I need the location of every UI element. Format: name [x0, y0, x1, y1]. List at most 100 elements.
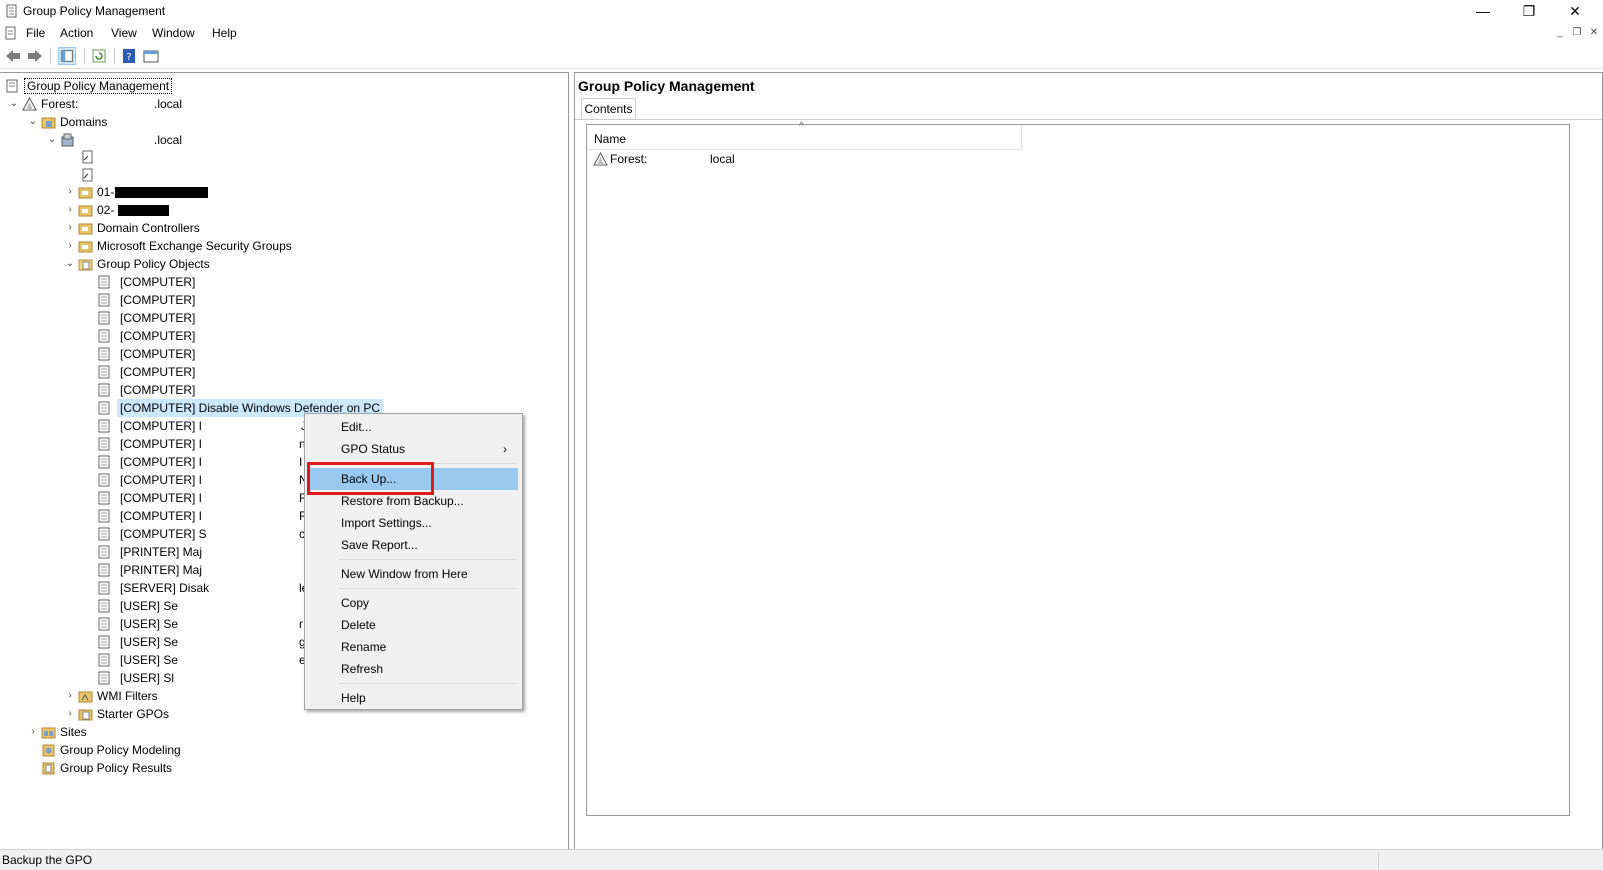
properties-icon[interactable] [142, 47, 160, 65]
menu-help[interactable]: Help [212, 26, 237, 40]
gpo-label: [PRINTER] Maj [120, 545, 203, 559]
tree-forest[interactable]: ⌄ Forest: .local [8, 95, 208, 113]
chevron-down-icon[interactable]: ⌄ [8, 95, 20, 113]
gpo-item[interactable]: [COMPUTER] IN [98, 471, 308, 489]
menu-item-refresh[interactable]: Refresh [307, 658, 518, 680]
menu-file[interactable]: File [26, 26, 45, 40]
gpo-icon [98, 617, 110, 631]
redaction-bar [118, 205, 169, 216]
mdi-close-button[interactable]: ✕ [1586, 26, 1602, 40]
menu-item-rename[interactable]: Rename [307, 636, 518, 658]
chevron-down-icon[interactable]: ⌄ [27, 113, 39, 131]
mdi-minimize-button[interactable]: _ [1552, 26, 1568, 40]
tree-wmi-filters[interactable]: › WMI Filters [64, 687, 204, 705]
gpo-icon [98, 437, 110, 451]
gpo-label: [COMPUTER] I [120, 437, 203, 451]
ou-01-label: 01- [97, 185, 115, 199]
gpo-item[interactable]: [COMPUTER] I I [98, 453, 308, 471]
gpo-label-tail: r [299, 617, 303, 631]
help-icon[interactable]: ? [120, 47, 138, 65]
ou-02-label: 02- [97, 203, 115, 217]
chevron-right-icon[interactable]: › [64, 687, 76, 705]
menu-window[interactable]: Window [152, 26, 195, 40]
gpo-icon [98, 653, 110, 667]
linked-gpo-icon[interactable] [82, 150, 94, 164]
gpo-item[interactable]: [COMPUTER] IR [98, 507, 308, 525]
gpo-item[interactable]: [COMPUTER] IJ [98, 417, 308, 435]
tree-results[interactable]: Group Policy Results [27, 759, 197, 777]
gpo-icon [98, 671, 110, 685]
menu-item-new-window[interactable]: New Window from Here [307, 563, 518, 585]
tree-domain-controllers[interactable]: › Domain Controllers [64, 219, 234, 237]
minimize-button[interactable]: — [1460, 0, 1506, 22]
gpo-item[interactable]: [USER] Sе g [98, 633, 308, 651]
status-text: Backup the GPO [2, 853, 93, 867]
menu-item-gpo-status[interactable]: GPO Status › [307, 438, 518, 460]
domains-folder-icon [41, 117, 56, 129]
column-header-name[interactable]: Name ^ [587, 121, 1022, 150]
menu-item-import-settings[interactable]: Import Settings... [307, 512, 518, 534]
tree-modeling[interactable]: Group Policy Modeling [27, 741, 197, 759]
refresh-icon[interactable] [90, 47, 108, 65]
tree-root[interactable]: Group Policy Management [0, 77, 181, 95]
tree-domains[interactable]: ⌄ Domains [27, 113, 167, 131]
back-arrow-icon[interactable] [4, 47, 22, 65]
gpo-folder-icon [78, 259, 93, 271]
gpo-icon [98, 635, 110, 649]
tab-contents[interactable]: Contents [581, 98, 636, 119]
tree-starter-gpos[interactable]: › Starter GPOs [64, 705, 204, 723]
restore-button[interactable]: ❐ [1506, 0, 1552, 22]
tree-exchange-groups[interactable]: › Microsoft Exchange Security Groups [64, 237, 324, 255]
chevron-right-icon[interactable]: › [27, 723, 39, 741]
chevron-right-icon[interactable]: › [64, 183, 76, 201]
ou-folder-icon [78, 241, 93, 253]
menu-item-edit[interactable]: Edit... [307, 416, 518, 438]
list-item[interactable]: Forest: local [587, 150, 1021, 168]
forward-arrow-icon[interactable] [26, 47, 44, 65]
mdi-document-icon[interactable] [5, 26, 17, 40]
gpo-label: [COMPUTER] [120, 365, 196, 379]
close-button[interactable]: ✕ [1552, 0, 1598, 22]
tree-gpo-container[interactable]: ⌄ Group Policy Objects [64, 255, 254, 273]
chevron-right-icon[interactable]: › [64, 237, 76, 255]
chevron-down-icon[interactable]: ⌄ [46, 131, 58, 149]
menu-separator [339, 683, 518, 684]
linked-gpo-icon[interactable] [82, 168, 94, 182]
menu-action[interactable]: Action [60, 26, 93, 40]
gpo-item[interactable]: [USER] Sе r [98, 615, 308, 633]
chevron-down-icon[interactable]: ⌄ [64, 255, 76, 273]
gpmc-root-icon [6, 79, 18, 93]
chevron-right-icon[interactable]: › [64, 705, 76, 723]
ou-folder-icon [78, 205, 93, 217]
tree-sites[interactable]: › Sites [27, 723, 127, 741]
gpo-item[interactable]: [COMPUTER] In [98, 435, 308, 453]
tree-ou-02[interactable]: › 02- [64, 201, 184, 219]
gpo-icon [98, 599, 110, 613]
menu-item-save-report[interactable]: Save Report... [307, 534, 518, 556]
tree-ou-01[interactable]: › 01- [64, 183, 224, 201]
gpo-item[interactable]: [COMPUTER] IR [98, 489, 308, 507]
menu-item-copy[interactable]: Copy [307, 592, 518, 614]
chevron-right-icon[interactable]: › [64, 219, 76, 237]
ou-folder-icon [78, 223, 93, 235]
gpo-icon [98, 545, 110, 559]
gpo-item[interactable]: [COMPUTER] Sc [98, 525, 308, 543]
forest-icon [22, 97, 37, 111]
gpo-item[interactable]: [SERVER] Disakle [98, 579, 308, 597]
gpo-icon [98, 581, 110, 595]
contents-list[interactable]: Name ^ Forest: local [586, 121, 1570, 816]
menu-item-help[interactable]: Help [307, 687, 518, 709]
gpo-icon [98, 293, 110, 307]
chevron-right-icon[interactable]: › [64, 201, 76, 219]
ou-folder-icon [78, 187, 93, 199]
mdi-restore-button[interactable]: ❐ [1569, 26, 1585, 40]
menu-view[interactable]: View [111, 26, 137, 40]
gpo-item[interactable]: [USER] Sе e [98, 651, 308, 669]
domain-icon [61, 133, 74, 147]
gpo-label: [USER] Sе [120, 635, 179, 649]
starter-gpos-label: Starter GPOs [97, 707, 170, 721]
tree-domain[interactable]: ⌄ .local [46, 131, 186, 149]
show-hide-console-tree-icon[interactable] [58, 47, 76, 65]
gpmc-app-icon [6, 4, 17, 18]
menu-item-delete[interactable]: Delete [307, 614, 518, 636]
